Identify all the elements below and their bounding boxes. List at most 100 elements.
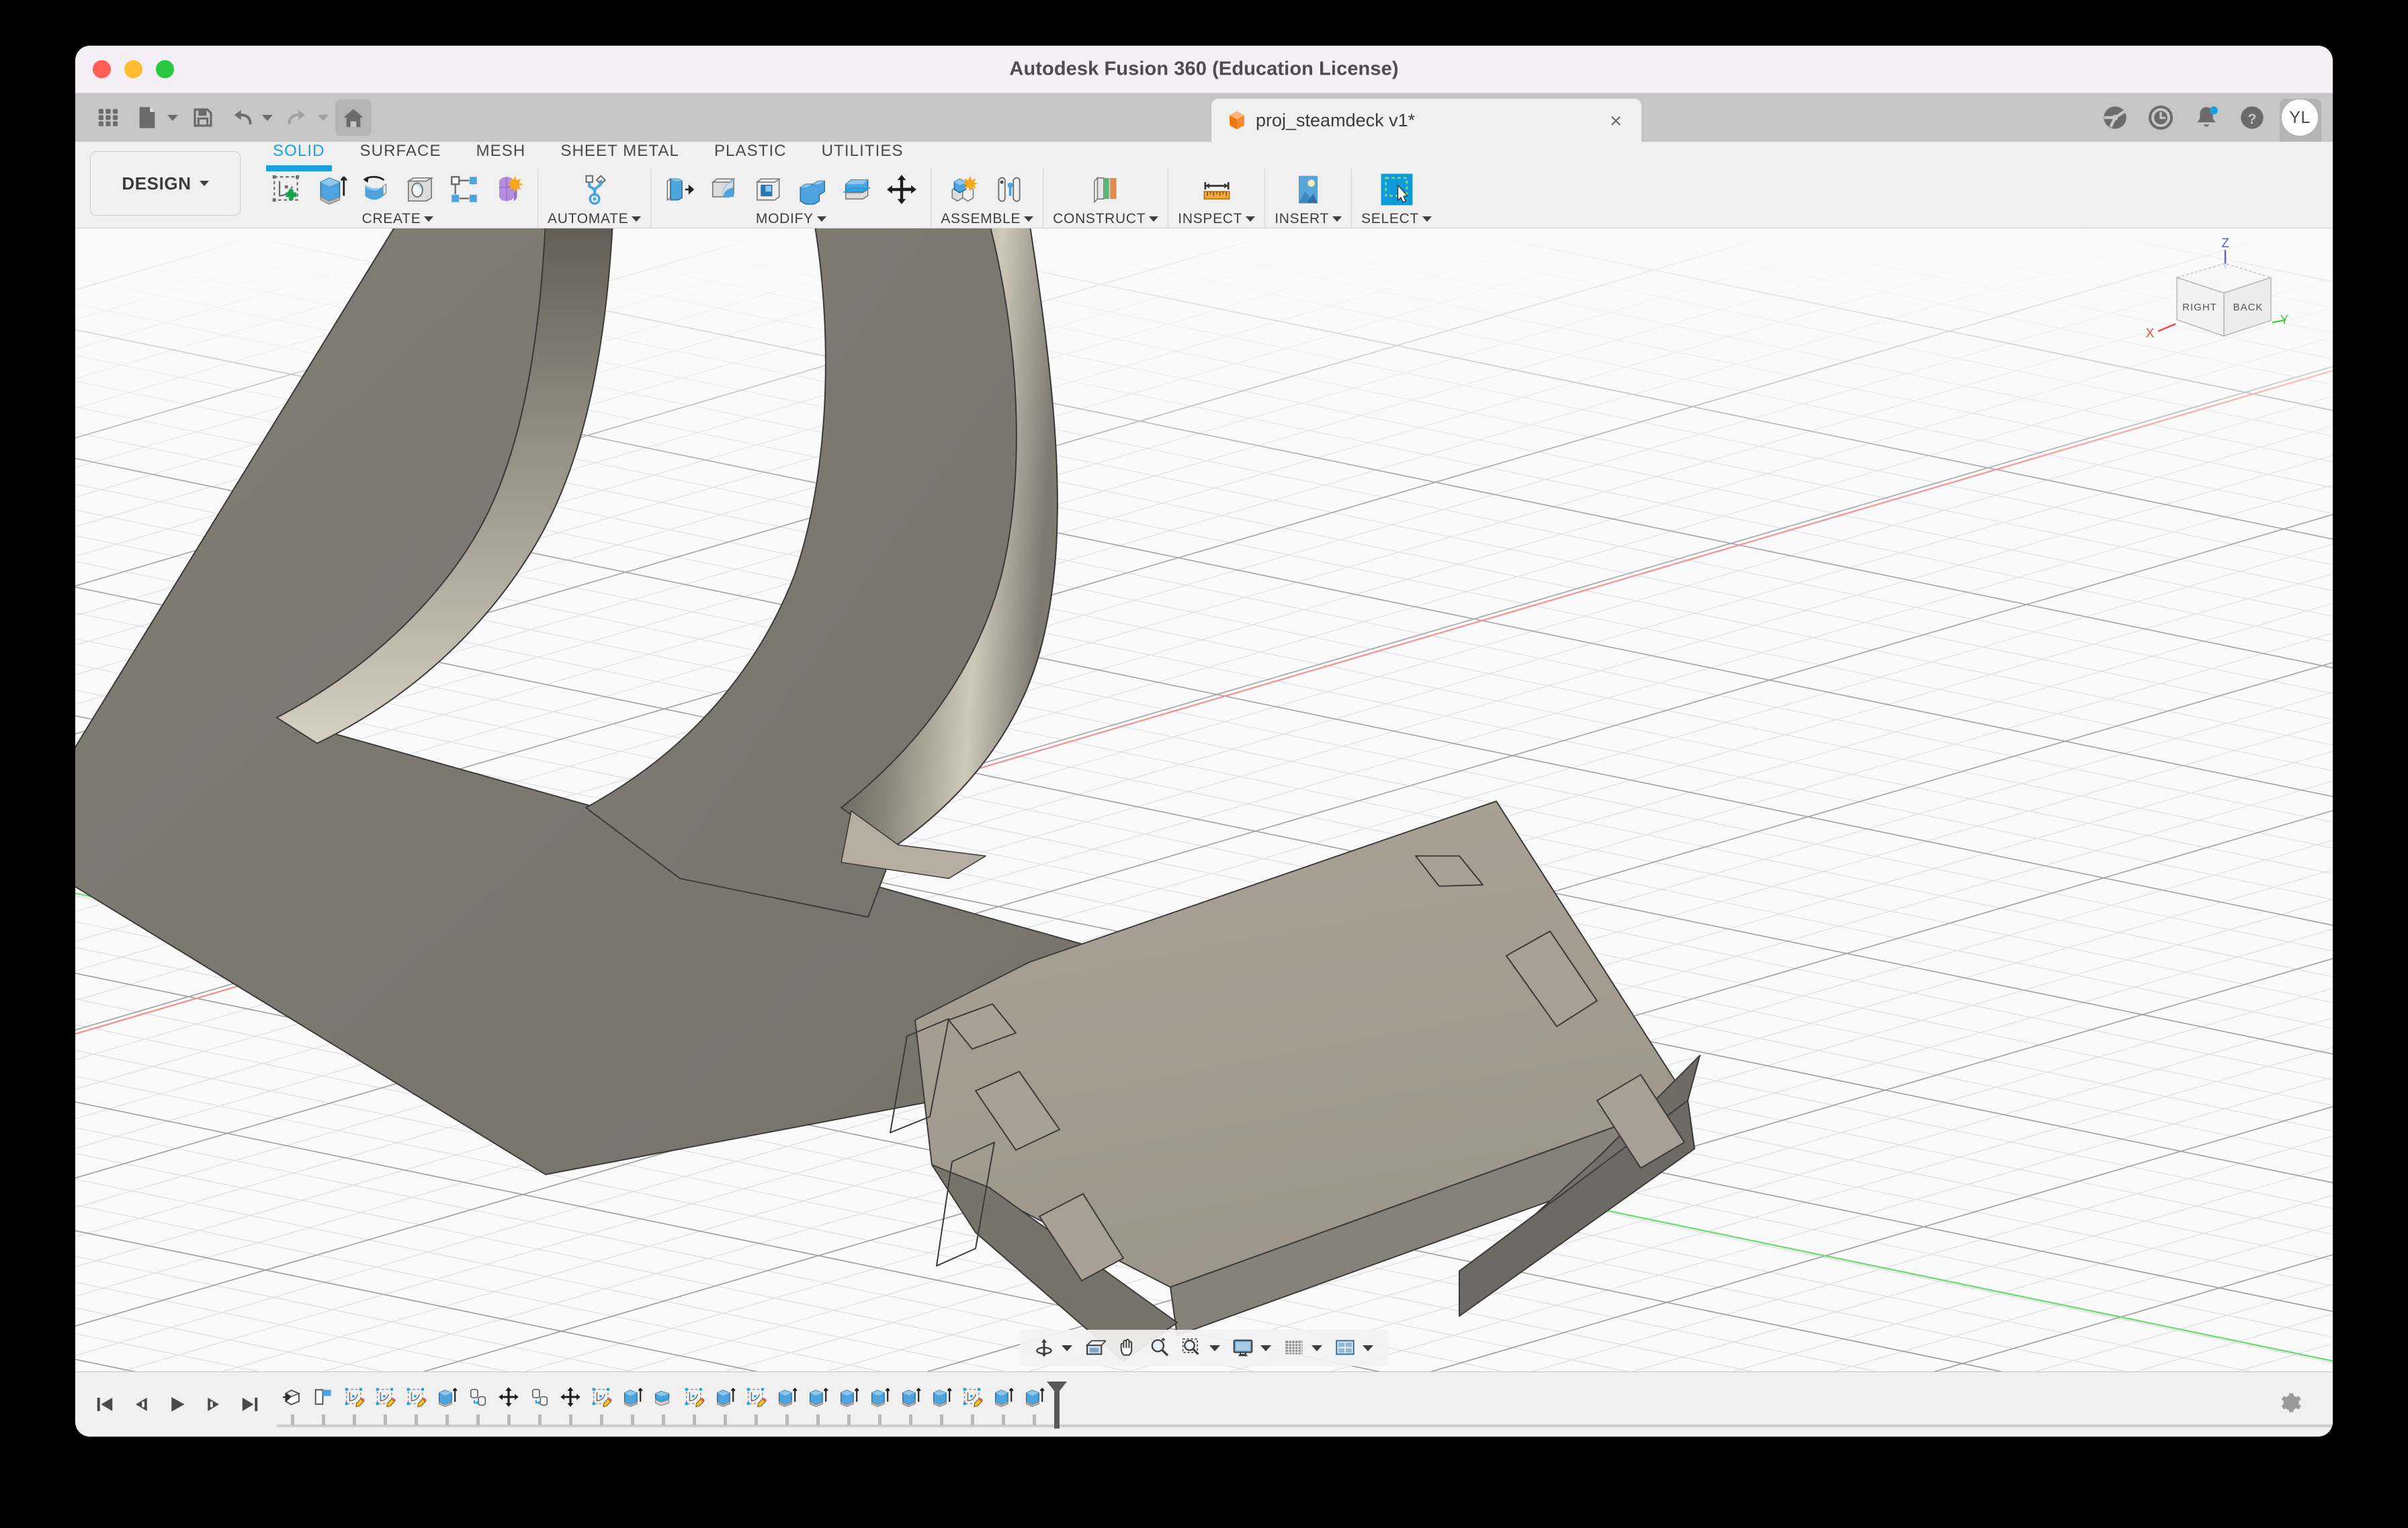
automated-modeling-icon[interactable] <box>575 170 614 209</box>
viewport-canvas[interactable]: Z RIGHT BACK X Y <box>75 228 2333 1371</box>
extrude-icon <box>775 1380 798 1414</box>
orbit-caret-icon[interactable] <box>1062 1345 1072 1351</box>
timeline-feature-copy[interactable] <box>462 1380 493 1429</box>
tab-surface[interactable]: SURFACE <box>343 142 459 167</box>
play-icon[interactable] <box>163 1390 192 1419</box>
timeline-feature-extrude[interactable] <box>771 1380 802 1429</box>
undo-icon[interactable] <box>224 99 260 136</box>
redo-group[interactable] <box>280 99 333 136</box>
zoom-window-caret-icon[interactable] <box>1209 1345 1220 1351</box>
undo-group[interactable] <box>224 99 277 136</box>
undo-caret-icon[interactable] <box>262 114 273 121</box>
timeline-feature-plane[interactable] <box>308 1380 339 1429</box>
timeline-feature-stem <box>723 1414 727 1425</box>
timeline-feature-extrude[interactable] <box>431 1380 462 1429</box>
timeline-feature-sketch[interactable] <box>400 1380 431 1429</box>
file-menu-group[interactable] <box>129 99 182 136</box>
insert-image-icon[interactable] <box>1289 170 1328 209</box>
pattern-icon[interactable] <box>445 170 484 209</box>
combine-icon[interactable] <box>793 170 832 209</box>
step-back-icon[interactable] <box>126 1390 156 1419</box>
timeline-feature-component[interactable] <box>277 1380 308 1429</box>
revolve-icon[interactable] <box>356 170 395 209</box>
timeline-feature-extrude[interactable] <box>802 1380 833 1429</box>
tab-mesh[interactable]: MESH <box>459 142 544 167</box>
orbit-icon[interactable] <box>1029 1333 1059 1363</box>
timeline-feature-sketch[interactable] <box>370 1380 400 1429</box>
press-pull-icon[interactable] <box>660 170 699 209</box>
timeline-feature-extrude[interactable] <box>864 1380 895 1429</box>
workspace-switcher-button[interactable]: DESIGN <box>90 151 241 216</box>
grid-snaps-icon[interactable] <box>1279 1333 1309 1363</box>
timeline-feature-extrude[interactable] <box>833 1380 864 1429</box>
grid-snaps-caret-icon[interactable] <box>1312 1345 1322 1351</box>
hole-icon[interactable] <box>400 170 439 209</box>
go-to-end-icon[interactable] <box>235 1390 265 1419</box>
tab-sheet-metal[interactable]: SHEET METAL <box>543 142 697 167</box>
viewcube[interactable]: Z RIGHT BACK X Y <box>2123 235 2291 370</box>
select-icon[interactable] <box>1377 170 1416 209</box>
timeline-feature-sketch[interactable] <box>339 1380 370 1429</box>
file-new-icon[interactable] <box>129 99 165 136</box>
timeline-feature-extrude[interactable] <box>617 1380 648 1429</box>
timeline-feature-sketch[interactable] <box>740 1380 771 1429</box>
pan-icon[interactable] <box>1113 1333 1142 1363</box>
new-component-icon[interactable] <box>945 170 984 209</box>
display-settings-caret-icon[interactable] <box>1260 1345 1271 1351</box>
zoom-window-icon[interactable] <box>1177 1333 1207 1363</box>
joint-icon[interactable] <box>990 170 1029 209</box>
steamdeck-stand-model[interactable] <box>75 228 2333 1371</box>
go-to-beginning-icon[interactable] <box>90 1390 120 1419</box>
notifications-bell-icon[interactable] <box>2190 101 2223 134</box>
tab-solid[interactable]: SOLID <box>255 142 343 171</box>
tab-plastic[interactable]: PLASTIC <box>697 142 804 167</box>
form-icon[interactable] <box>489 170 528 209</box>
split-face-icon[interactable] <box>838 170 877 209</box>
job-status-clock-icon[interactable] <box>2145 101 2177 134</box>
zoom-icon[interactable] <box>1145 1333 1174 1363</box>
tab-utilities[interactable]: UTILITIES <box>804 142 921 167</box>
panel-create: CREATE <box>258 167 538 232</box>
viewports-icon[interactable] <box>1330 1333 1360 1363</box>
home-icon[interactable] <box>335 99 372 136</box>
app-grid-icon[interactable] <box>90 99 126 136</box>
timeline-feature-extrude[interactable] <box>710 1380 740 1429</box>
look-at-icon[interactable] <box>1080 1333 1110 1363</box>
move-copy-icon[interactable] <box>882 170 921 209</box>
timeline-feature-extrude[interactable] <box>988 1380 1019 1429</box>
timeline-settings-gear-icon[interactable] <box>2275 1388 2307 1420</box>
offset-plane-icon[interactable] <box>1086 170 1125 209</box>
step-forward-icon[interactable] <box>199 1390 228 1419</box>
timeline-feature-sketch[interactable] <box>586 1380 617 1429</box>
extrude-icon[interactable] <box>312 170 351 209</box>
display-settings-icon[interactable] <box>1228 1333 1258 1363</box>
viewcube-face-back: BACK <box>2233 302 2264 313</box>
document-tab[interactable]: proj_steamdeck v1* × <box>1211 99 1641 142</box>
timeline-feature-move[interactable] <box>555 1380 586 1429</box>
timeline-track[interactable] <box>277 1372 2333 1437</box>
timeline-marker[interactable] <box>1045 1380 1068 1430</box>
redo-icon[interactable] <box>280 99 316 136</box>
timeline-feature-extrude[interactable] <box>895 1380 926 1429</box>
chevron-down-icon <box>632 216 642 222</box>
fillet-icon[interactable] <box>705 170 744 209</box>
help-icon[interactable]: ? <box>2236 101 2268 134</box>
timeline-feature-combine[interactable] <box>648 1380 679 1429</box>
save-icon[interactable] <box>185 99 221 136</box>
viewports-caret-icon[interactable] <box>1363 1345 1373 1351</box>
timeline-feature-sketch[interactable] <box>957 1380 988 1429</box>
redo-caret-icon[interactable] <box>318 114 329 121</box>
measure-icon[interactable] <box>1197 170 1236 209</box>
extensions-icon[interactable] <box>2099 101 2131 134</box>
avatar[interactable]: YL <box>2282 99 2318 136</box>
window-title: Autodesk Fusion 360 (Education License) <box>1009 58 1399 80</box>
file-menu-caret-icon[interactable] <box>167 114 178 121</box>
timeline-feature-extrude[interactable] <box>926 1380 957 1429</box>
create-sketch-icon[interactable] <box>267 170 306 209</box>
timeline-feature-copy[interactable] <box>524 1380 555 1429</box>
timeline-feature-stem <box>538 1414 542 1425</box>
shell-icon[interactable] <box>749 170 788 209</box>
timeline-feature-sketch[interactable] <box>679 1380 710 1429</box>
close-icon[interactable]: × <box>1601 105 1631 135</box>
timeline-feature-move[interactable] <box>493 1380 524 1429</box>
